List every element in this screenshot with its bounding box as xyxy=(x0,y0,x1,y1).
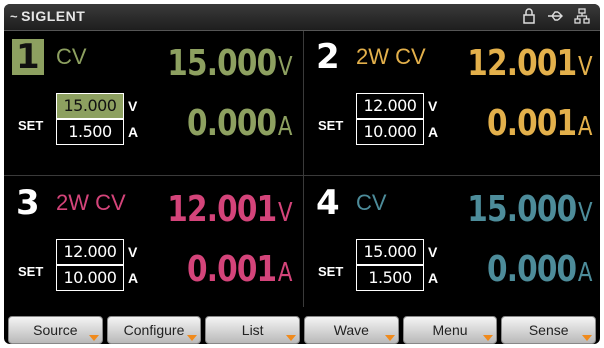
channel-number: 3 xyxy=(16,183,40,223)
source-softkey[interactable]: Source xyxy=(8,316,103,344)
set-voltage-unit: V xyxy=(428,98,438,114)
set-current-field[interactable]: 10.000 xyxy=(356,119,424,145)
submenu-arrow-icon xyxy=(582,335,593,341)
set-voltage-field[interactable]: 15.000 xyxy=(356,239,424,265)
current-unit: A xyxy=(578,112,593,142)
brand-mark-icon: ~ xyxy=(10,8,19,24)
status-icons xyxy=(522,8,590,24)
softkey-label: List xyxy=(241,322,264,338)
set-voltage-field[interactable]: 12.000 xyxy=(56,239,124,265)
current-unit: A xyxy=(278,112,293,142)
channel-mode: 2W CV xyxy=(356,44,426,69)
instrument-screen: ~ SIGLENT 1 CV 15.000V 0.000A SET 15.000… xyxy=(4,4,600,344)
set-voltage-unit: V xyxy=(128,244,138,260)
brand-name: SIGLENT xyxy=(21,8,86,24)
lock-icon xyxy=(522,8,536,24)
voltage-unit: V xyxy=(278,52,293,82)
status-bar: ~ SIGLENT xyxy=(4,4,600,31)
configure-softkey[interactable]: Configure xyxy=(106,316,202,344)
voltage-readout: 15.000V xyxy=(167,43,293,84)
current-value: 0.000 xyxy=(187,103,277,144)
voltage-readout: 12.001V xyxy=(467,43,593,84)
channel-mode: CV xyxy=(56,44,87,69)
wave-softkey[interactable]: Wave xyxy=(304,316,399,344)
channel-4-panel[interactable]: 4 CV 15.000V 0.000A SET 15.000 V 1.500 A xyxy=(304,177,600,317)
set-current-unit: A xyxy=(128,124,139,140)
current-value: 0.000 xyxy=(487,249,577,290)
voltage-unit: V xyxy=(578,198,593,228)
brand-logo: ~ SIGLENT xyxy=(10,8,85,24)
channel-mode: CV xyxy=(356,190,387,215)
set-voltage-field[interactable]: 15.000 xyxy=(56,93,124,119)
channel-3-panel[interactable]: 3 2W CV 12.001V 0.001A SET 12.000 V 10.0… xyxy=(4,177,300,317)
current-readout: 0.000A xyxy=(187,103,293,144)
current-readout: 0.000A xyxy=(487,249,593,290)
menu-softkey[interactable]: Menu xyxy=(402,316,498,344)
current-readout: 0.001A xyxy=(487,103,593,144)
set-voltage-unit: V xyxy=(428,244,438,260)
channel-panels: 1 CV 15.000V 0.000A SET 15.000 V 1.500 A… xyxy=(4,31,600,313)
divider-horizontal xyxy=(4,175,600,176)
current-readout: 0.001A xyxy=(187,249,293,290)
channel-number: 2 xyxy=(316,37,340,77)
set-current-unit: A xyxy=(428,124,439,140)
usb-icon xyxy=(546,8,564,24)
submenu-arrow-icon xyxy=(286,335,297,341)
set-label: SET xyxy=(318,118,344,133)
voltage-readout: 15.000V xyxy=(467,189,593,230)
submenu-arrow-icon xyxy=(483,335,494,341)
set-label: SET xyxy=(318,264,344,279)
submenu-arrow-icon xyxy=(187,335,198,341)
set-current-field[interactable]: 1.500 xyxy=(56,119,124,145)
channel-2-panel[interactable]: 2 2W CV 12.001V 0.001A SET 12.000 V 10.0… xyxy=(304,31,600,171)
voltage-unit: V xyxy=(578,52,593,82)
current-value: 0.001 xyxy=(187,249,277,290)
channel-number: 1 xyxy=(12,39,44,75)
voltage-value: 12.001 xyxy=(167,189,278,230)
channel-number: 4 xyxy=(316,183,340,223)
channel-mode: 2W CV xyxy=(56,190,126,215)
softkey-label: Configure xyxy=(123,322,185,338)
submenu-arrow-icon xyxy=(384,335,395,341)
voltage-value: 15.000 xyxy=(167,43,278,84)
set-current-field[interactable]: 10.000 xyxy=(56,265,124,291)
voltage-unit: V xyxy=(278,198,293,228)
softkey-label: Sense xyxy=(528,322,569,338)
channel-1-panel[interactable]: 1 CV 15.000V 0.000A SET 15.000 V 1.500 A xyxy=(4,31,300,171)
set-current-unit: A xyxy=(128,270,139,286)
voltage-readout: 12.001V xyxy=(167,189,293,230)
current-unit: A xyxy=(578,258,593,288)
set-label: SET xyxy=(18,264,44,279)
voltage-value: 15.000 xyxy=(467,189,578,230)
softkey-bar: Source Configure List Wave Menu Sense xyxy=(4,316,600,344)
set-voltage-field[interactable]: 12.000 xyxy=(356,93,424,119)
current-unit: A xyxy=(278,258,293,288)
current-value: 0.001 xyxy=(487,103,577,144)
voltage-value: 12.001 xyxy=(467,43,578,84)
set-voltage-unit: V xyxy=(128,98,138,114)
lan-icon xyxy=(574,8,590,24)
softkey-label: Menu xyxy=(432,322,468,338)
softkey-label: Wave xyxy=(333,322,369,338)
list-softkey[interactable]: List xyxy=(205,316,301,344)
set-current-unit: A xyxy=(428,270,439,286)
softkey-label: Source xyxy=(33,322,78,338)
set-current-field[interactable]: 1.500 xyxy=(356,265,424,291)
set-label: SET xyxy=(18,118,44,133)
sense-softkey[interactable]: Sense xyxy=(501,316,597,344)
submenu-arrow-icon xyxy=(88,335,99,341)
